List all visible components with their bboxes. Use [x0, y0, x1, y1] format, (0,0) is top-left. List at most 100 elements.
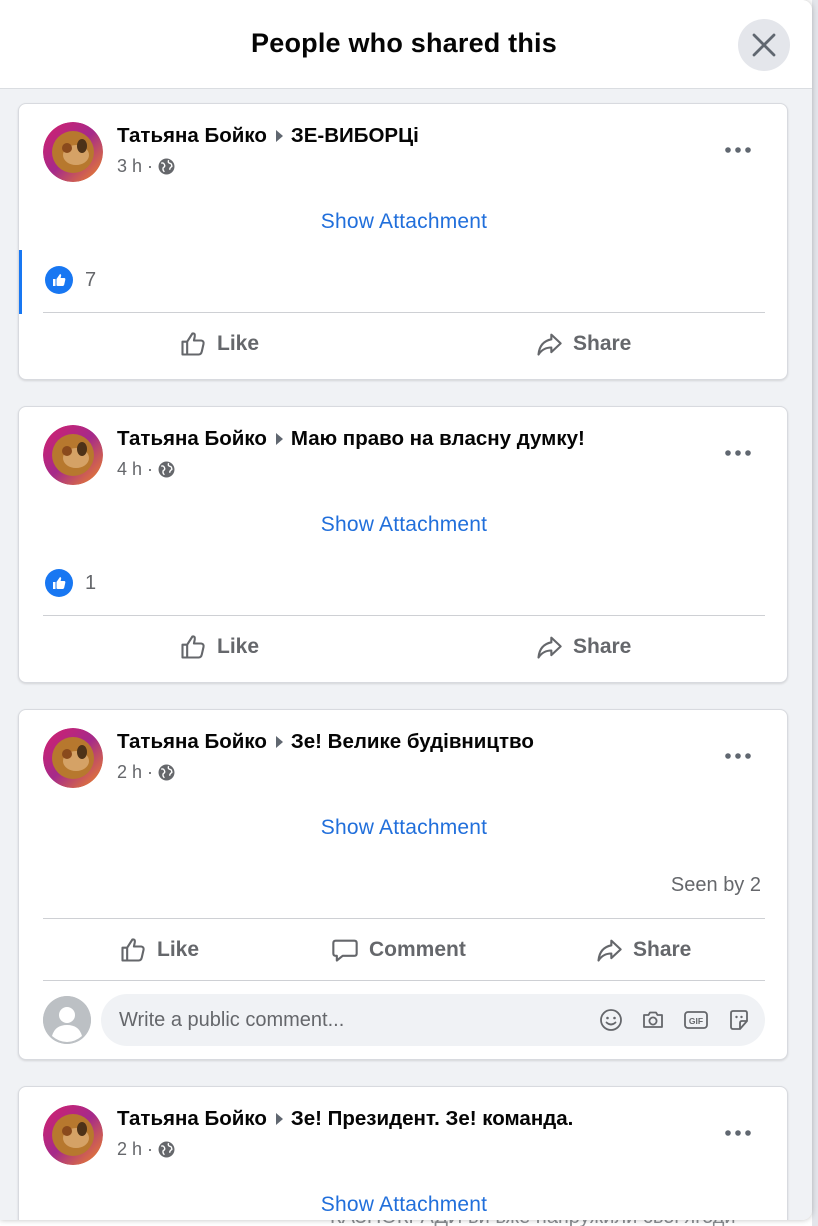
more-options-icon	[725, 1130, 751, 1136]
post-time[interactable]: 3 h	[117, 156, 142, 177]
show-attachment-link[interactable]: Show Attachment	[19, 1193, 789, 1217]
show-attachment-link[interactable]: Show Attachment	[19, 816, 789, 840]
comment-placeholder: Write a public comment...	[119, 1008, 345, 1031]
post-time[interactable]: 4 h	[117, 459, 142, 480]
comment-bubble-icon	[332, 939, 358, 962]
more-options-button[interactable]	[721, 1119, 755, 1147]
gif-icon[interactable]: GIF	[683, 1008, 709, 1032]
more-options-button[interactable]	[721, 742, 755, 770]
group-name[interactable]: Маю право на власну думку!	[291, 427, 585, 451]
shares-list[interactable]: Татьяна Бойко ЗЕ-ВИБОРЦі 3 h · Show Atta…	[0, 89, 812, 1220]
close-button[interactable]	[738, 19, 790, 71]
post-header: Татьяна Бойко Зе! Президент. Зе! команда…	[117, 1107, 573, 1131]
thumbs-up-icon	[121, 938, 145, 962]
share-label: Share	[573, 635, 632, 658]
reaction-summary[interactable]: 1	[45, 569, 96, 597]
share-button[interactable]: Share	[595, 936, 691, 964]
post-meta: 2 h ·	[117, 1139, 175, 1160]
show-attachment-link[interactable]: Show Attachment	[19, 513, 789, 537]
reaction-count: 7	[85, 268, 97, 291]
shared-post: Татьяна Бойко Маю право на власну думку!…	[18, 406, 788, 683]
post-meta: 2 h ·	[117, 762, 175, 783]
comment-button[interactable]: Comment	[331, 936, 466, 964]
sticker-icon[interactable]	[727, 1008, 751, 1032]
focus-indicator	[19, 250, 22, 314]
group-name[interactable]: Зе! Президент. Зе! команда.	[291, 1107, 573, 1131]
camera-icon[interactable]	[641, 1008, 665, 1032]
like-reaction-icon	[45, 266, 73, 294]
reaction-summary[interactable]: 7	[45, 266, 96, 294]
post-header: Татьяна Бойко Зе! Велике будівництво	[117, 730, 534, 754]
globe-icon	[158, 764, 175, 781]
shared-post: Татьяна Бойко Зе! Президент. Зе! команда…	[18, 1086, 788, 1220]
avatar[interactable]	[43, 728, 103, 788]
more-options-button[interactable]	[721, 439, 755, 467]
divider	[43, 918, 765, 919]
author-name[interactable]: Татьяна Бойко	[117, 427, 267, 451]
shares-dialog: People who shared this Татьяна Бойко ЗЕ-…	[0, 0, 812, 1220]
avatar[interactable]	[43, 122, 103, 182]
thumbs-up-icon	[181, 635, 205, 659]
divider	[43, 615, 765, 616]
shared-post: Татьяна Бойко Зе! Велике будівництво 2 h…	[18, 709, 788, 1060]
dialog-header: People who shared this	[0, 0, 812, 89]
comment-tools: GIF	[599, 1008, 751, 1032]
like-label: Like	[217, 635, 260, 658]
share-arrow-icon	[537, 636, 562, 659]
close-icon	[752, 33, 776, 57]
like-reaction-icon	[45, 569, 73, 597]
reaction-count: 1	[85, 571, 97, 594]
like-button[interactable]: Like	[119, 936, 199, 964]
group-name[interactable]: Зе! Велике будівництво	[291, 730, 534, 754]
divider	[43, 312, 765, 313]
share-label: Share	[573, 332, 632, 355]
current-user-avatar[interactable]	[43, 996, 91, 1044]
divider	[43, 980, 765, 981]
post-header: Татьяна Бойко Маю право на власну думку!	[117, 427, 585, 451]
meta-separator: ·	[147, 459, 154, 479]
more-options-icon	[725, 753, 751, 759]
globe-icon	[158, 158, 175, 175]
arrow-right-icon	[275, 130, 283, 142]
group-name[interactable]: ЗЕ-ВИБОРЦі	[291, 124, 419, 148]
avatar[interactable]	[43, 425, 103, 485]
post-meta: 3 h ·	[117, 156, 175, 177]
share-button[interactable]: Share	[535, 633, 631, 661]
background-page-edge	[812, 0, 818, 1226]
comment-input[interactable]: Write a public comment... GIF	[101, 994, 765, 1046]
share-arrow-icon	[597, 939, 622, 962]
seen-by-count[interactable]: Seen by 2	[671, 874, 761, 897]
arrow-right-icon	[275, 1113, 283, 1125]
post-header: Татьяна Бойко ЗЕ-ВИБОРЦі	[117, 124, 419, 148]
post-time[interactable]: 2 h	[117, 762, 142, 783]
like-label: Like	[217, 332, 260, 355]
more-options-button[interactable]	[721, 136, 755, 164]
comment-label: Comment	[369, 938, 466, 961]
dialog-title: People who shared this	[251, 28, 557, 58]
svg-text:GIF: GIF	[689, 1016, 703, 1026]
author-name[interactable]: Татьяна Бойко	[117, 124, 267, 148]
emoji-icon[interactable]	[599, 1008, 623, 1032]
share-arrow-icon	[537, 333, 562, 356]
more-options-icon	[725, 147, 751, 153]
like-label: Like	[157, 938, 200, 961]
arrow-right-icon	[275, 433, 283, 445]
post-time[interactable]: 2 h	[117, 1139, 142, 1160]
author-name[interactable]: Татьяна Бойко	[117, 730, 267, 754]
show-attachment-link[interactable]: Show Attachment	[19, 210, 789, 234]
thumbs-up-icon	[181, 332, 205, 356]
meta-separator: ·	[147, 156, 154, 176]
globe-icon	[158, 461, 175, 478]
like-button[interactable]: Like	[179, 330, 259, 358]
more-options-icon	[725, 450, 751, 456]
share-button[interactable]: Share	[535, 330, 631, 358]
globe-icon	[158, 1141, 175, 1158]
arrow-right-icon	[275, 736, 283, 748]
like-button[interactable]: Like	[179, 633, 259, 661]
share-label: Share	[633, 938, 692, 961]
author-name[interactable]: Татьяна Бойко	[117, 1107, 267, 1131]
post-meta: 4 h ·	[117, 459, 175, 480]
avatar[interactable]	[43, 1105, 103, 1165]
shared-post: Татьяна Бойко ЗЕ-ВИБОРЦі 3 h · Show Atta…	[18, 103, 788, 380]
meta-separator: ·	[147, 762, 154, 782]
